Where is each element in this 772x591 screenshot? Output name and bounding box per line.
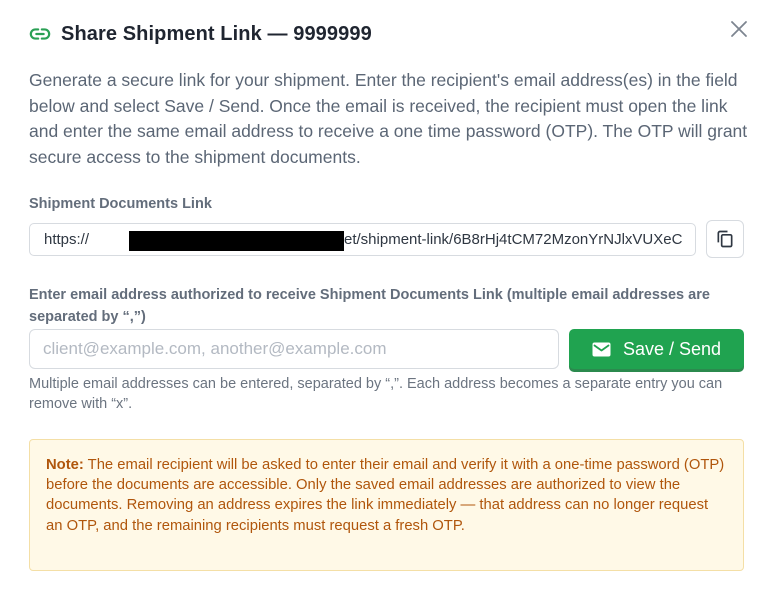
note-box: Note: The email recipient will be asked … <box>29 439 744 571</box>
note-heading: Note: <box>46 457 84 473</box>
link-prefix: https:// <box>44 231 90 248</box>
email-input[interactable] <box>29 329 559 369</box>
note-text: The email recipient will be asked to ent… <box>46 457 725 534</box>
email-helper-text: Multiple email addresses can be entered,… <box>29 376 723 412</box>
shipment-link-field[interactable]: https:// et/shipment-link/6B8rHj4tCM72Mz… <box>29 223 696 256</box>
copy-link-button[interactable] <box>706 220 744 258</box>
save-send-label: Save / Send <box>622 338 722 359</box>
link-label: Shipment Documents Link <box>29 196 212 212</box>
dialog-title: Share Shipment Link — 9999999 <box>61 22 372 45</box>
copy-icon <box>717 230 733 248</box>
close-button[interactable] <box>728 18 750 40</box>
save-send-button[interactable]: Save / Send <box>569 329 744 369</box>
mail-icon <box>592 342 611 356</box>
share-shipment-dialog: Share Shipment Link — 9999999 Generate a… <box>0 0 772 591</box>
intro-text: Generate a secure link for your shipment… <box>29 70 748 167</box>
close-icon <box>731 21 747 37</box>
dialog-header: Share Shipment Link — 9999999 <box>29 20 372 48</box>
link-suffix: et/shipment-link/6B8rHj4tCM72MzonYrNJlxV… <box>344 231 683 248</box>
link-icon <box>29 23 51 45</box>
redaction-bar <box>129 231 344 251</box>
email-label: Enter email address authorized to receiv… <box>29 287 710 325</box>
